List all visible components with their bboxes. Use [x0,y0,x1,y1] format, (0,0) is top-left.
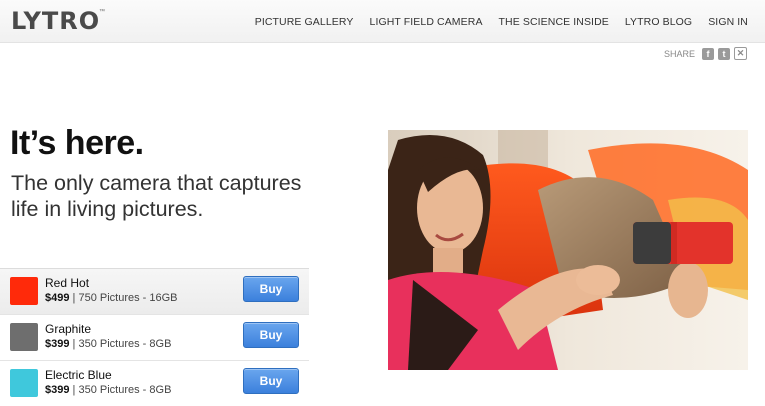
site-header: LYTRO ™ PICTURE GALLERY LIGHT FIELD CAME… [0,0,765,43]
buy-button-electric-blue[interactable]: Buy [243,368,299,394]
nav-light-field-camera[interactable]: LIGHT FIELD CAMERA [370,16,483,28]
buy-button-graphite[interactable]: Buy [243,322,299,348]
trademark-symbol: ™ [99,9,105,15]
share-label: SHARE [663,48,695,59]
product-list: Red Hot $499 | 750 Pictures - 16GB Buy G… [0,268,309,406]
product-spec: $399 | 350 Pictures - 8GB [45,338,171,350]
lytro-logo[interactable]: LYTRO [11,6,100,36]
product-row-electric-blue: Electric Blue $399 | 350 Pictures - 8GB … [0,360,309,406]
share-bar: SHARE f t ✕ [664,47,747,60]
spec-separator: | [72,292,76,304]
product-spec: $399 | 350 Pictures - 8GB [45,384,171,396]
product-capacity: 350 Pictures - 8GB [78,338,172,350]
product-spec: $499 | 750 Pictures - 16GB [45,292,178,304]
product-name: Graphite [45,322,92,336]
product-price: $399 [45,338,70,350]
nav-science-inside[interactable]: THE SCIENCE INSIDE [499,16,609,28]
page-subheadline: The only camera that captures life in li… [11,171,302,221]
nav-sign-in[interactable]: SIGN IN [708,16,748,28]
nav-lytro-blog[interactable]: LYTRO BLOG [625,16,692,28]
product-name: Electric Blue [45,368,112,382]
hero-photo [388,130,748,370]
hero-photo-illustration [388,130,748,370]
color-swatch-graphite [10,323,38,351]
camera-illustration [633,222,733,264]
facebook-icon[interactable]: f [702,47,714,60]
product-capacity: 750 Pictures - 16GB [78,292,178,304]
product-price: $399 [45,384,70,396]
main-nav: PICTURE GALLERY LIGHT FIELD CAMERA THE S… [255,16,748,28]
buy-button-red-hot[interactable]: Buy [243,276,299,302]
product-capacity: 350 Pictures - 8GB [78,384,172,396]
product-price: $499 [45,292,70,304]
mail-icon[interactable]: ✕ [734,47,747,60]
spec-separator: | [72,338,76,350]
color-swatch-electric-blue [10,369,38,397]
twitter-icon[interactable]: t [718,47,730,60]
product-name: Red Hot [45,276,90,290]
product-row-red-hot: Red Hot $499 | 750 Pictures - 16GB Buy [0,268,309,314]
page-headline: It’s here. [10,124,144,162]
color-swatch-red-hot [10,277,38,305]
nav-picture-gallery[interactable]: PICTURE GALLERY [255,16,354,28]
spec-separator: | [72,384,76,396]
product-row-graphite: Graphite $399 | 350 Pictures - 8GB Buy [0,314,309,360]
